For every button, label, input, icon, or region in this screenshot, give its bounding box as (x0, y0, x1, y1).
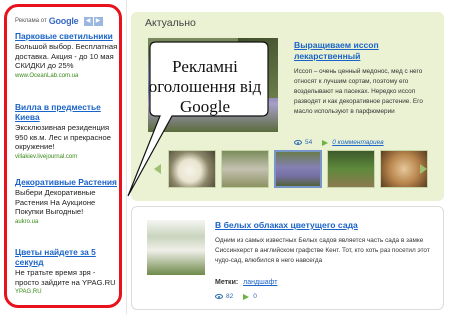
ad-url[interactable]: aukro.ua (15, 218, 119, 226)
ads-prev-arrow-icon[interactable]: ◀ (83, 16, 93, 26)
tags-label: Метки: (215, 279, 239, 286)
ad-url[interactable]: www.OceanLab.com.ua (15, 72, 119, 80)
column-divider (126, 0, 127, 314)
ad-item: Декоративные Растения Выбери Декоративны… (15, 177, 119, 226)
comments-count[interactable]: 0 (253, 293, 257, 300)
ads-header-label: Реклама от (15, 18, 47, 24)
article-title-link[interactable]: В белых облаках цветущего сада (215, 220, 435, 230)
thumbnail[interactable] (168, 150, 216, 188)
article-meta: 82 0 (215, 293, 257, 300)
ad-description: Большой выбор. Бесплатная доставка. Акци… (15, 42, 118, 71)
views-count: 82 (226, 293, 234, 300)
google-ads-panel: Реклама от Google ◀ ▶ Парковые светильни… (4, 4, 122, 308)
thumbs-next-arrow-icon[interactable] (420, 164, 427, 174)
google-logo: Google (48, 16, 79, 26)
ads-next-arrow-icon[interactable]: ▶ (93, 16, 103, 26)
thumbs-prev-arrow-icon[interactable] (154, 164, 161, 174)
featured-text: Иссоп – очень ценный медонос, мед с него… (294, 68, 423, 115)
featured-meta: 54 0 комментариев (294, 139, 384, 146)
ads-nav: ◀ ▶ (83, 16, 104, 26)
thumbnail[interactable] (327, 150, 375, 188)
ad-title-link[interactable]: Парковые светильники (15, 31, 119, 41)
section-title: Актуально (145, 17, 196, 29)
article-tags: Метки: ландшафт (215, 279, 277, 286)
featured-title-link[interactable]: Выращиваем иссоп лекарственный (294, 40, 434, 62)
tag-link[interactable]: ландшафт (243, 279, 277, 286)
eye-icon (294, 140, 302, 145)
thumbnail-strip (168, 150, 428, 188)
ad-description: Выбери Декоративные Растения На Аукционе… (15, 188, 96, 217)
eye-icon (215, 294, 223, 299)
ad-description: Эксклюзивная резиденция 950 кв.м. Лес и … (15, 123, 111, 152)
article-photo[interactable] (147, 220, 205, 275)
ad-item: Парковые светильники Большой выбор. Бесп… (15, 31, 119, 80)
ad-description: Не тратьте время зря - просто зайдите на… (15, 268, 116, 287)
thumbnail[interactable] (221, 150, 269, 188)
ad-title-link[interactable]: Цветы найдете за 5 секунд (15, 247, 119, 267)
callout-text: Рекламні оголошення від Google (148, 57, 262, 116)
ads-header: Реклама от Google ◀ ▶ (15, 15, 115, 27)
ad-title-link[interactable]: Вилла в предместье Киева (15, 102, 119, 122)
views-count: 54 (305, 139, 313, 146)
comments-link[interactable]: 0 комментариев (332, 139, 383, 146)
article-text: Одним из самых известных Белых садов явл… (215, 237, 430, 264)
thumbnail-selected[interactable] (274, 150, 322, 188)
arrow-right-icon (322, 139, 329, 146)
ad-item: Цветы найдете за 5 секунд Не тратьте вре… (15, 247, 119, 296)
article-card: В белых облаках цветущего сада Одним из … (131, 206, 444, 310)
ad-title-link[interactable]: Декоративные Растения (15, 177, 119, 187)
ad-url[interactable]: YPAG.RU (15, 288, 119, 296)
arrow-right-icon (243, 293, 250, 300)
ad-url[interactable]: villakiev.livejournal.com (15, 153, 119, 161)
ad-item: Вилла в предместье Киева Эксклюзивная ре… (15, 102, 119, 161)
